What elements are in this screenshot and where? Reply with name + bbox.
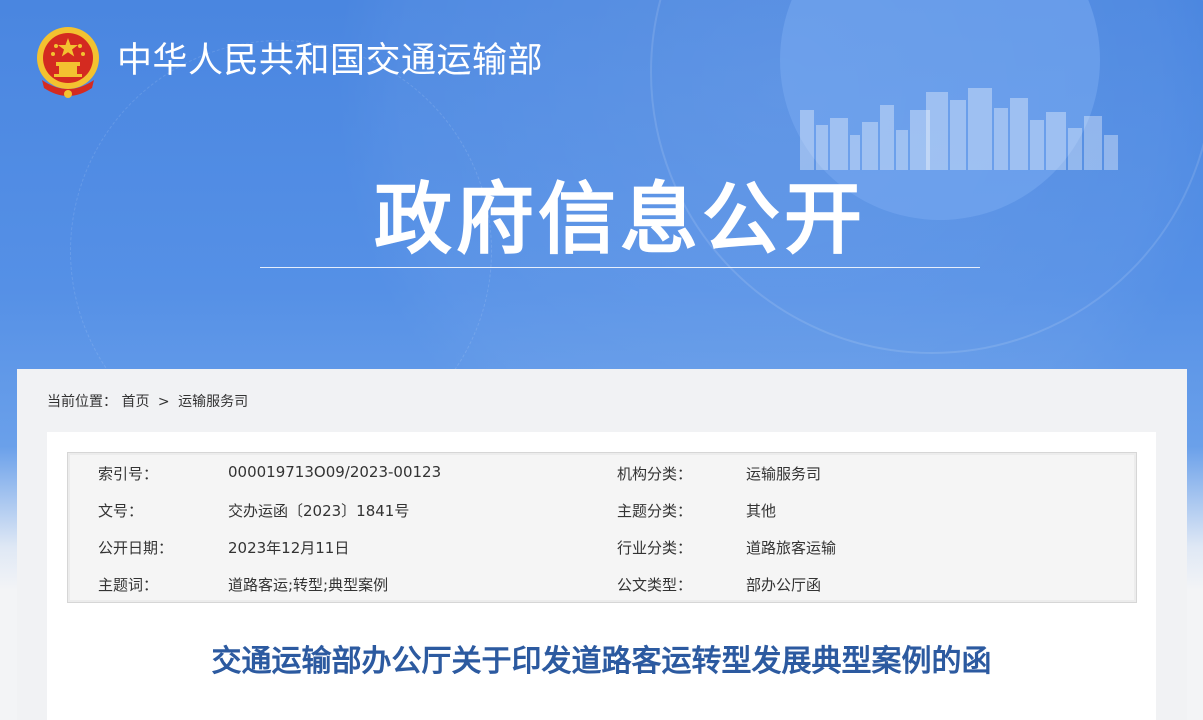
section-title: 政府信息公开 [373, 175, 866, 265]
metadata-value: 000019713O09/2023-00123 [228, 463, 442, 481]
metadata-label: 主题词： [98, 576, 159, 594]
metadata-label: 主题分类： [617, 502, 693, 520]
breadcrumb-department-link[interactable]: 运输服务司 [178, 394, 248, 410]
metadata-value: 道路客运;转型;典型案例 [228, 576, 389, 594]
breadcrumb: 当前位置： 首页 > 运输服务司 [47, 391, 248, 411]
title-divider [260, 267, 980, 268]
national-emblem-icon [37, 27, 99, 98]
metadata-label: 机构分类： [617, 465, 693, 483]
site-title[interactable]: 中华人民共和国交通运输部 [117, 38, 543, 84]
metadata-value: 2023年12月11日 [228, 539, 350, 557]
metadata-row: 索引号： 000019713O09/2023-00123 机构分类： 运输服务司 [68, 454, 1136, 491]
document-metadata-table: 索引号： 000019713O09/2023-00123 机构分类： 运输服务司… [67, 452, 1137, 603]
metadata-row: 主题词： 道路客运;转型;典型案例 公文类型： 部办公厅函 [68, 565, 1136, 602]
metadata-label: 行业分类： [617, 539, 693, 557]
main-panel: 当前位置： 首页 > 运输服务司 索引号： 000019713O09/2023-… [17, 369, 1187, 720]
breadcrumb-prefix: 当前位置： [47, 394, 117, 410]
metadata-label: 公开日期： [98, 539, 174, 557]
breadcrumb-home-link[interactable]: 首页 [121, 394, 149, 410]
document-title: 交通运输部办公厅关于印发道路客运转型发展典型案例的函 [211, 644, 992, 679]
metadata-row: 文号： 交办运函〔2023〕1841号 主题分类： 其他 [68, 491, 1136, 528]
metadata-row: 公开日期： 2023年12月11日 行业分类： 道路旅客运输 [68, 528, 1136, 565]
metadata-label: 文号： [98, 502, 144, 520]
breadcrumb-separator: > [157, 394, 170, 410]
city-skyline-illustration [800, 88, 1118, 170]
metadata-value: 交办运函〔2023〕1841号 [228, 502, 410, 520]
metadata-value: 其他 [746, 502, 777, 520]
document-content: 索引号： 000019713O09/2023-00123 机构分类： 运输服务司… [47, 432, 1156, 720]
metadata-value: 运输服务司 [746, 465, 822, 483]
metadata-label: 公文类型： [617, 576, 693, 594]
metadata-value: 道路旅客运输 [746, 539, 837, 557]
metadata-label: 索引号： [98, 465, 159, 483]
metadata-value: 部办公厅函 [746, 576, 822, 594]
